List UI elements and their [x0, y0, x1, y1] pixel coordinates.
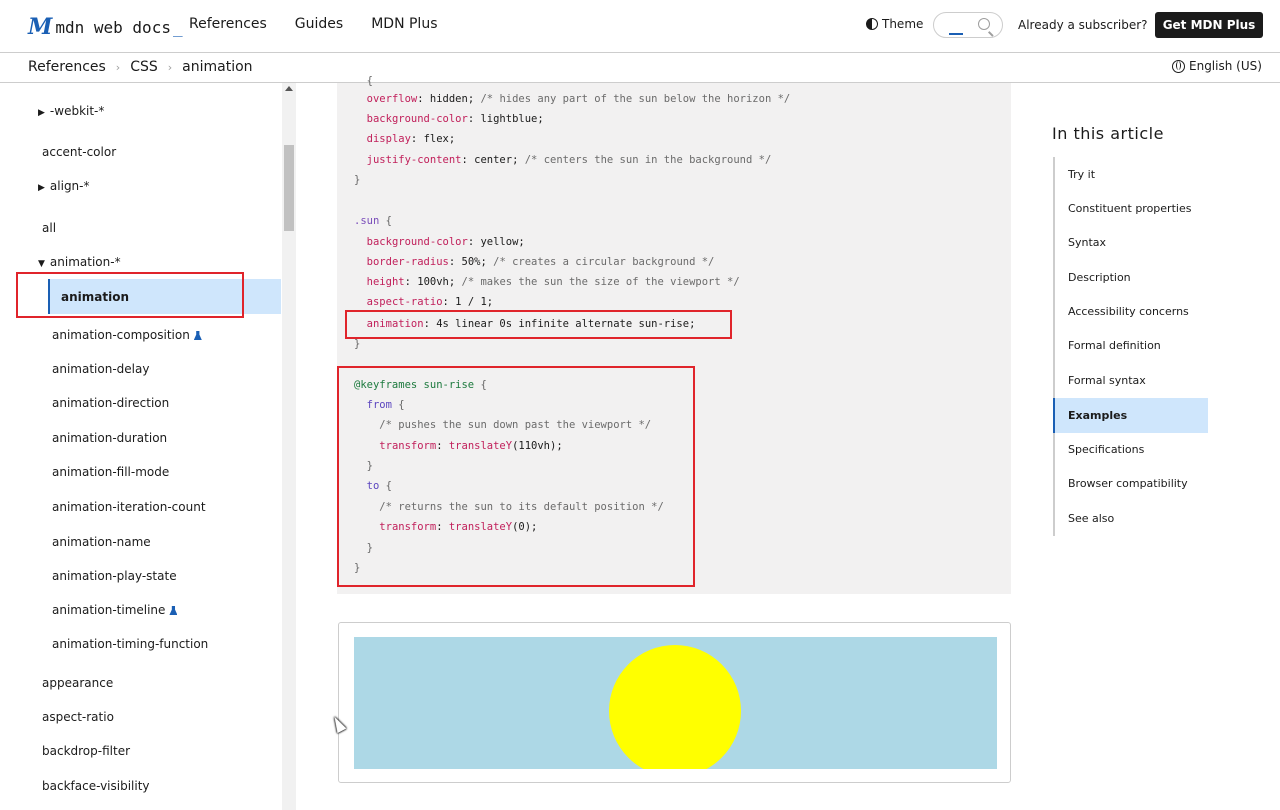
toc-item-accessibility-concerns[interactable]: Accessibility concerns — [1068, 305, 1189, 318]
sidebar-item-accent-color[interactable]: accent-color — [42, 145, 116, 159]
breadcrumb-references[interactable]: References — [28, 59, 106, 75]
toc-item-see-also[interactable]: See also — [1068, 512, 1114, 525]
toc-item-syntax[interactable]: Syntax — [1068, 236, 1106, 249]
code-line: { — [366, 75, 373, 87]
toc-item-browser-compatibility[interactable]: Browser compatibility — [1068, 477, 1188, 490]
experimental-flask-icon — [193, 331, 202, 340]
expand-triangle-icon: ▶ — [38, 108, 45, 118]
annotation-box-animation-line — [345, 310, 732, 339]
breadcrumb: References › CSS › animation — [28, 59, 253, 75]
theme-button[interactable]: Theme — [866, 17, 923, 31]
sidebar-item-animation-name[interactable]: animation-name — [52, 535, 151, 549]
sidebar-item-label: animation-timeline — [52, 603, 166, 617]
toc-item-constituent-properties[interactable]: Constituent properties — [1068, 202, 1191, 215]
sidebar-item-webkit[interactable]: ▶ -webkit-* — [38, 104, 104, 118]
theme-icon — [866, 18, 878, 30]
preview-sun — [609, 645, 741, 769]
scrollbar-thumb[interactable] — [284, 145, 294, 231]
toc-title: In this article — [1052, 124, 1164, 143]
code-line: aspect-ratio: 1 / 1; — [366, 296, 494, 308]
code-line: overflow: hidden; /* hides any part of t… — [366, 93, 791, 105]
code-line: } — [354, 338, 361, 350]
breadcrumb-animation[interactable]: animation — [182, 59, 252, 75]
annotation-box-sidebar — [16, 272, 244, 318]
breadcrumb-css[interactable]: CSS — [130, 59, 158, 75]
sidebar-item-animation-iteration-count[interactable]: animation-iteration-count — [52, 500, 206, 514]
expand-triangle-icon: ▶ — [38, 183, 45, 193]
search-input[interactable] — [933, 12, 1003, 38]
search-icon — [978, 18, 990, 30]
mdn-logo-text: mdn web docs — [55, 17, 171, 37]
sidebar-item-animation-delay[interactable]: animation-delay — [52, 362, 149, 376]
sidebar-item-appearance[interactable]: appearance — [42, 676, 113, 690]
code-line: height: 100vh; /* makes the sun the size… — [366, 276, 740, 288]
sidebar-item-animation-duration[interactable]: animation-duration — [52, 431, 167, 445]
experimental-flask-icon — [169, 606, 178, 615]
chevron-right-icon: › — [115, 60, 121, 74]
preview-sky — [354, 637, 997, 769]
sidebar-item-label: animation-composition — [52, 328, 190, 342]
toc-item-formal-syntax[interactable]: Formal syntax — [1068, 374, 1146, 387]
annotation-box-keyframes — [337, 366, 695, 587]
scroll-up-arrow-icon[interactable] — [285, 86, 293, 91]
top-header: M mdn web docs _ References Guides MDN P… — [0, 0, 1280, 53]
collapse-triangle-icon: ▼ — [38, 259, 45, 269]
mdn-logo[interactable]: M mdn web docs _ — [28, 14, 183, 40]
sidebar-item-animation-group[interactable]: ▼ animation-* — [38, 255, 121, 269]
table-of-contents: Try it Constituent properties Syntax Des… — [1053, 157, 1208, 536]
nav-references[interactable]: References — [189, 16, 267, 32]
sidebar-item-backdrop-filter[interactable]: backdrop-filter — [42, 744, 130, 758]
toc-item-description[interactable]: Description — [1068, 271, 1131, 284]
language-switcher[interactable]: English (US) — [1172, 59, 1262, 73]
sidebar-item-all[interactable]: all — [42, 221, 56, 235]
sidebar-item-label: align-* — [49, 179, 90, 193]
sidebar-item-align[interactable]: ▶ align-* — [38, 179, 90, 193]
language-label: English (US) — [1189, 59, 1262, 73]
sidebar-item-animation-play-state[interactable]: animation-play-state — [52, 569, 177, 583]
chevron-right-icon: › — [167, 60, 173, 74]
sidebar-item-animation-direction[interactable]: animation-direction — [52, 396, 169, 410]
live-result-frame — [338, 622, 1011, 783]
sidebar-item-backface-visibility[interactable]: backface-visibility — [42, 779, 150, 793]
get-mdn-plus-button[interactable]: Get MDN Plus — [1155, 12, 1263, 38]
code-line: border-radius: 50%; /* creates a circula… — [366, 256, 715, 268]
sidebar: ▶ -webkit-* accent-color ▶ align-* all ▼ an… — [0, 83, 282, 810]
text-cursor — [949, 33, 963, 35]
sidebar-item-aspect-ratio[interactable]: aspect-ratio — [42, 710, 114, 724]
code-line: background-color: lightblue; — [366, 113, 544, 125]
mdn-logo-underscore: _ — [172, 17, 183, 37]
sidebar-item-label: -webkit-* — [49, 104, 105, 118]
code-line: background-color: yellow; — [366, 236, 525, 248]
code-line: } — [354, 174, 361, 186]
globe-icon — [1172, 59, 1185, 73]
code-line: display: flex; — [366, 133, 456, 145]
toc-item-formal-definition[interactable]: Formal definition — [1068, 339, 1161, 352]
code-line: .sun { — [354, 215, 392, 227]
theme-label: Theme — [882, 17, 924, 31]
sidebar-item-animation-timeline[interactable]: animation-timeline — [52, 603, 178, 617]
main-nav: References Guides MDN Plus — [189, 16, 437, 32]
sidebar-item-label: animation-* — [49, 255, 121, 269]
toc-item-specifications[interactable]: Specifications — [1068, 443, 1144, 456]
nav-mdn-plus[interactable]: MDN Plus — [371, 16, 437, 32]
toc-item-try-it[interactable]: Try it — [1068, 168, 1095, 181]
nav-guides[interactable]: Guides — [295, 16, 343, 32]
subscriber-link[interactable]: Already a subscriber? — [1018, 18, 1148, 32]
sidebar-item-animation-fill-mode[interactable]: animation-fill-mode — [52, 465, 169, 479]
mdn-logo-mark: M — [28, 14, 52, 40]
code-line: justify-content: center; /* centers the … — [366, 154, 772, 166]
breadcrumb-bar: References › CSS › animation English (US… — [0, 53, 1280, 83]
sidebar-item-animation-composition[interactable]: animation-composition — [52, 328, 202, 342]
sidebar-item-animation-timing-function[interactable]: animation-timing-function — [52, 637, 208, 651]
toc-item-examples[interactable]: Examples — [1068, 409, 1127, 422]
sidebar-scrollbar[interactable] — [282, 83, 296, 810]
